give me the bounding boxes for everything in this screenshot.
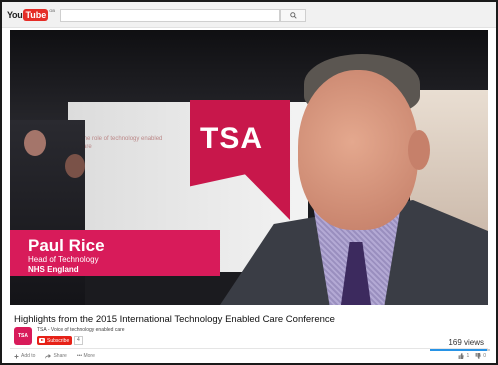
speaker-role: Head of Technology	[28, 255, 99, 264]
logo-you-text: You	[7, 10, 23, 20]
video-title: Highlights from the 2015 International T…	[14, 314, 335, 325]
booth-text: The role of technology enabled care	[80, 136, 163, 150]
lower-third: Paul Rice Head of Technology NHS England	[10, 230, 220, 276]
channel-name[interactable]: TSA - Voice of technology enabled care	[37, 327, 125, 333]
share-button[interactable]: Share	[45, 353, 67, 359]
video-player[interactable]: The role of technology enabled care TSA …	[10, 30, 488, 305]
divider	[10, 348, 488, 349]
add-to-button[interactable]: Add to	[14, 353, 35, 359]
channel-avatar[interactable]: TSA	[14, 327, 32, 345]
subscribe-label: Subscribe	[47, 337, 70, 344]
like-button[interactable]: 1	[458, 353, 469, 359]
youtube-play-icon	[39, 338, 45, 343]
search-button[interactable]	[280, 9, 306, 22]
masthead: You Tube GB	[2, 2, 496, 28]
tsa-logo-text: TSA	[200, 122, 263, 155]
speaker-ear	[408, 130, 430, 170]
logo-country-code: GB	[49, 8, 56, 13]
speaker-face	[298, 70, 418, 230]
thumbs-up-icon	[459, 353, 465, 359]
share-icon	[45, 353, 52, 359]
background-person	[24, 130, 46, 156]
speaker-name: Paul Rice	[28, 236, 105, 255]
subscribe-button[interactable]: Subscribe	[37, 336, 73, 345]
thumbs-down-icon	[475, 353, 481, 359]
background-crowd	[10, 120, 85, 305]
background-person	[65, 154, 85, 178]
add-to-label: Add to	[21, 353, 36, 359]
plus-icon	[14, 354, 19, 358]
browser-frame: You Tube GB The role of technology enabl…	[0, 0, 498, 365]
search-input[interactable]	[60, 9, 280, 22]
logo-tube-text: Tube	[23, 9, 49, 21]
like-controls: 1 0	[458, 353, 486, 359]
speaker-organisation: NHS England	[28, 265, 79, 274]
view-count: 169 views	[448, 338, 484, 347]
dislike-button[interactable]: 0	[475, 353, 486, 359]
dislike-count: 0	[483, 353, 486, 359]
more-button[interactable]: ••• More	[77, 353, 95, 359]
like-count: 1	[466, 353, 470, 359]
share-label: Share	[53, 353, 67, 359]
like-ratio-bar	[430, 349, 490, 351]
search-icon	[289, 12, 297, 19]
like-ratio-fill	[430, 349, 487, 351]
action-bar: Add to Share ••• More	[14, 353, 95, 359]
youtube-logo[interactable]: You Tube GB	[7, 8, 55, 22]
subscriber-count: 4	[74, 336, 83, 345]
